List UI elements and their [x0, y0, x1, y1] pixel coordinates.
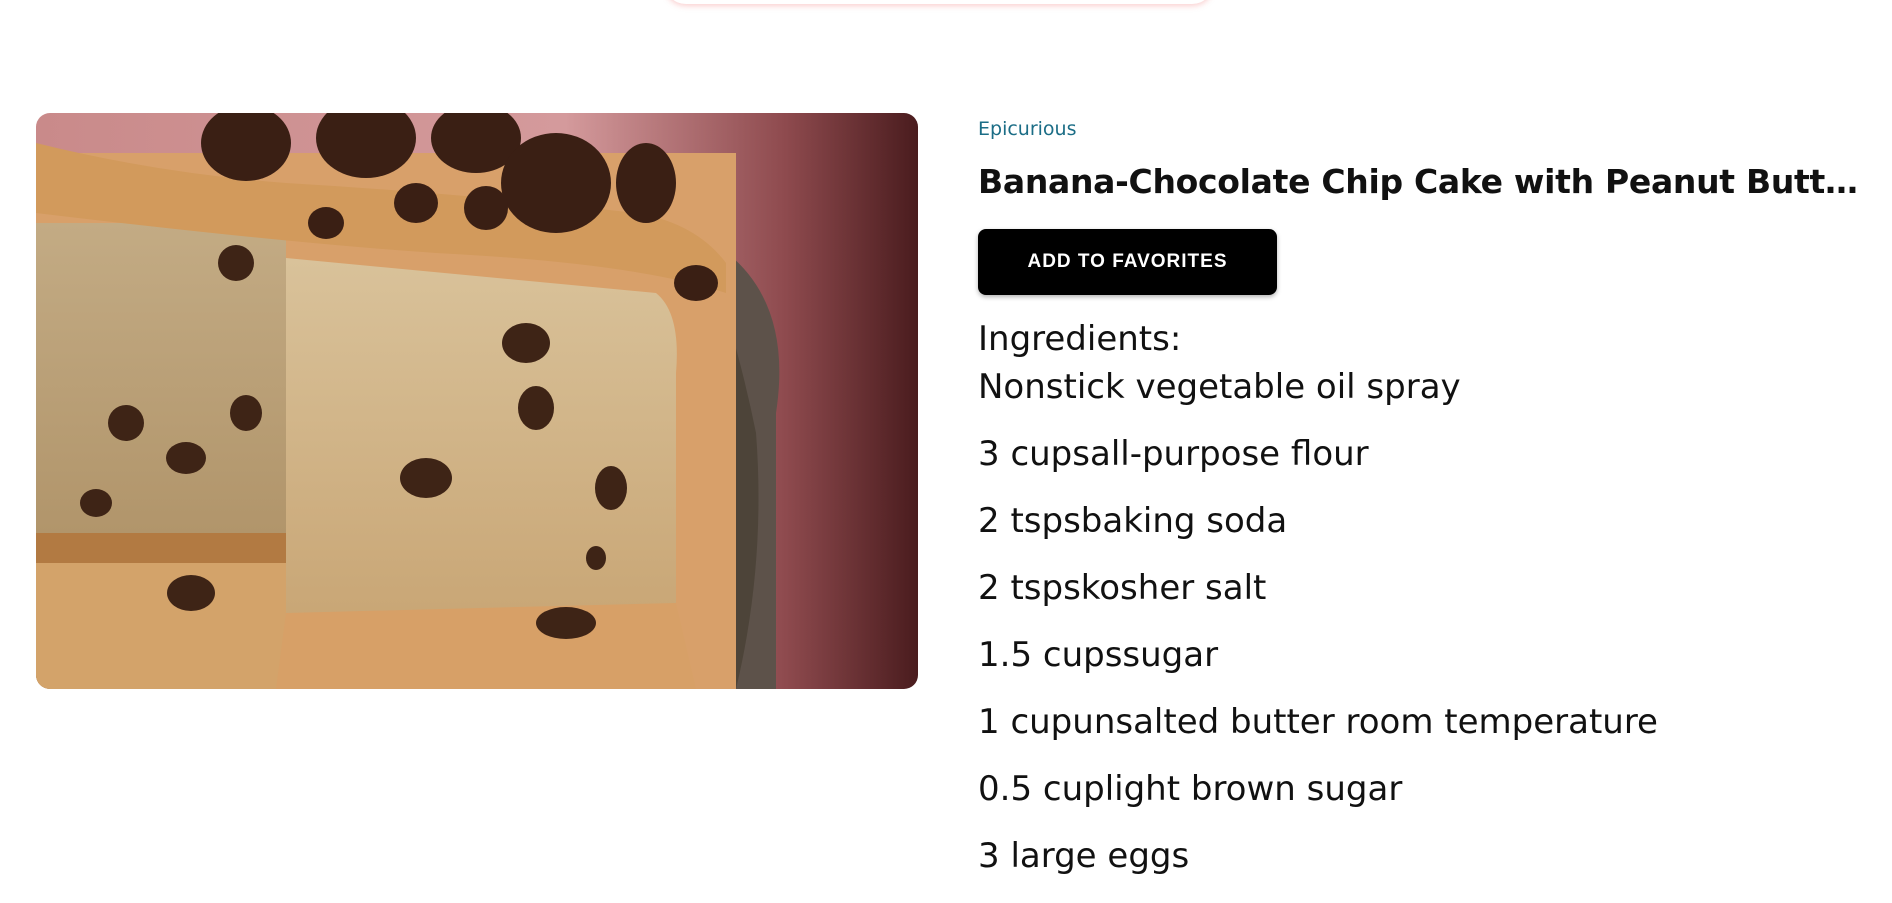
add-to-favorites-button[interactable]: ADD TO FAVORITES	[978, 229, 1277, 295]
recipe-image	[36, 113, 918, 689]
recipe-source-link[interactable]: Epicurious	[978, 116, 1878, 142]
ingredients-heading: Ingredients:	[978, 319, 1182, 359]
recipe-title: Banana-Chocolate Chip Cake with Peanut B…	[978, 162, 1878, 201]
ingredient-item: 3 cupsall-purpose flour	[978, 434, 1369, 474]
ingredient-item: 2 tspskosher salt	[978, 568, 1267, 608]
ingredient-item: 1.5 cupssugar	[978, 635, 1219, 675]
ingredient-item: Nonstick vegetable oil spray	[978, 367, 1461, 407]
top-search-bar-edge	[664, 0, 1214, 4]
ingredient-item: 1 cupunsalted butter room temperature	[978, 702, 1658, 742]
cake-photo	[36, 113, 918, 689]
ingredients-list: Nonstick vegetable oil spray 3 cupsall-p…	[978, 367, 1878, 876]
ingredient-item: 0.5 cuplight brown sugar	[978, 769, 1403, 809]
ingredient-item: 3 large eggs	[978, 836, 1190, 876]
recipe-details: Epicurious Banana-Chocolate Chip Cake wi…	[978, 113, 1878, 903]
ingredient-item: 2 tspsbaking soda	[978, 501, 1288, 541]
